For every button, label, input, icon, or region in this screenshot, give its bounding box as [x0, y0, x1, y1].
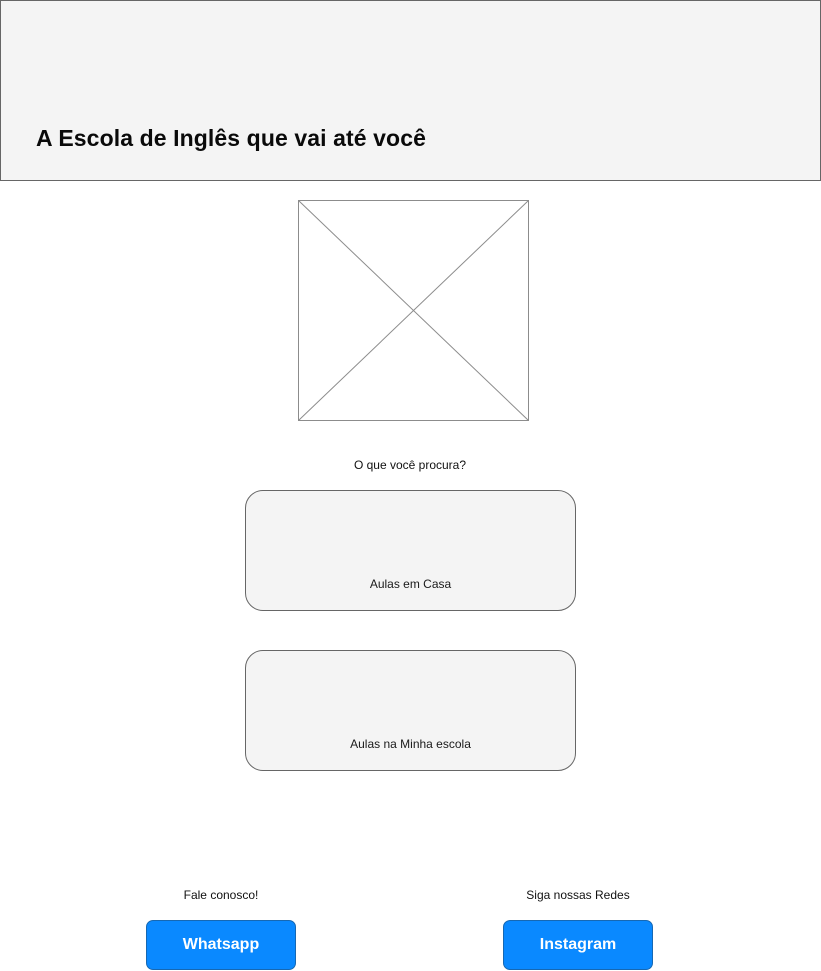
page-title: A Escola de Inglês que vai até você: [36, 125, 426, 151]
option-card-aulas-em-casa[interactable]: Aulas em Casa: [245, 490, 576, 611]
social-caption: Siga nossas Redes: [526, 888, 630, 902]
option-card-aulas-na-minha-escola[interactable]: Aulas na Minha escola: [245, 650, 576, 771]
option-label: Aulas em Casa: [369, 577, 452, 591]
contact-caption: Fale conosco!: [183, 888, 259, 902]
option-label: Aulas na Minha escola: [350, 737, 471, 751]
site-header: A Escola de Inglês que vai até você: [0, 0, 821, 181]
hero-image-placeholder: [298, 200, 529, 421]
question-text: O que você procura?: [353, 458, 467, 472]
image-placeholder-icon: [298, 200, 529, 421]
instagram-button[interactable]: Instagram: [503, 920, 653, 970]
whatsapp-button[interactable]: Whatsapp: [146, 920, 296, 970]
